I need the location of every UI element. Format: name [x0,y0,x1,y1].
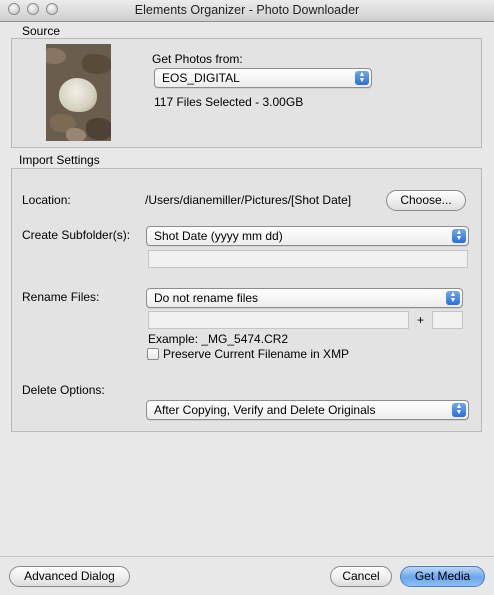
delete-options-label: Delete Options: [22,383,105,397]
source-device-select[interactable]: EOS_DIGITAL ▲ ▼ [154,68,372,88]
delete-options-value: After Copying, Verify and Delete Origina… [154,403,376,417]
title-bar: Elements Organizer - Photo Downloader [0,0,494,22]
subfolder-label: Create Subfolder(s): [22,228,131,242]
location-label: Location: [22,193,71,207]
rename-files-label: Rename Files: [22,290,100,304]
rename-number-input[interactable] [432,311,463,329]
footer-divider [0,556,494,557]
window-title: Elements Organizer - Photo Downloader [134,3,360,17]
rename-name-input[interactable] [148,311,409,329]
subfolder-value: Shot Date (yyyy mm dd) [154,229,283,243]
preserve-filename-label: Preserve Current Filename in XMP [163,347,350,361]
get-media-button[interactable]: Get Media [400,566,485,587]
rename-files-value: Do not rename files [154,291,259,305]
cancel-button[interactable]: Cancel [330,566,392,587]
delete-options-select[interactable]: After Copying, Verify and Delete Origina… [146,400,469,420]
rename-plus-label: + [417,313,425,327]
popup-arrows-icon: ▲ ▼ [452,403,466,417]
advanced-dialog-button[interactable]: Advanced Dialog [9,566,130,587]
rename-files-select[interactable]: Do not rename files ▲ ▼ [146,288,463,308]
custom-subfolder-input[interactable] [148,250,468,268]
preserve-filename-checkbox[interactable] [147,348,159,360]
popup-arrows-icon: ▲ ▼ [452,229,466,243]
subfolder-select[interactable]: Shot Date (yyyy mm dd) ▲ ▼ [146,226,469,246]
files-selected-text: 117 Files Selected - 3.00GB [154,95,304,109]
choose-button[interactable]: Choose... [386,190,466,211]
import-settings-header: Import Settings [19,153,100,167]
location-path: /Users/dianemiller/Pictures/[Shot Date] [145,193,352,207]
get-photos-label: Get Photos from: [152,52,243,66]
source-header: Source [22,24,61,38]
example-filename-text: Example: _MG_5474.CR2 [148,332,289,346]
popup-arrows-icon: ▲ ▼ [446,291,460,305]
popup-arrows-icon: ▲ ▼ [355,71,369,85]
source-device-value: EOS_DIGITAL [162,71,240,85]
photo-thumbnail-icon [46,44,111,141]
